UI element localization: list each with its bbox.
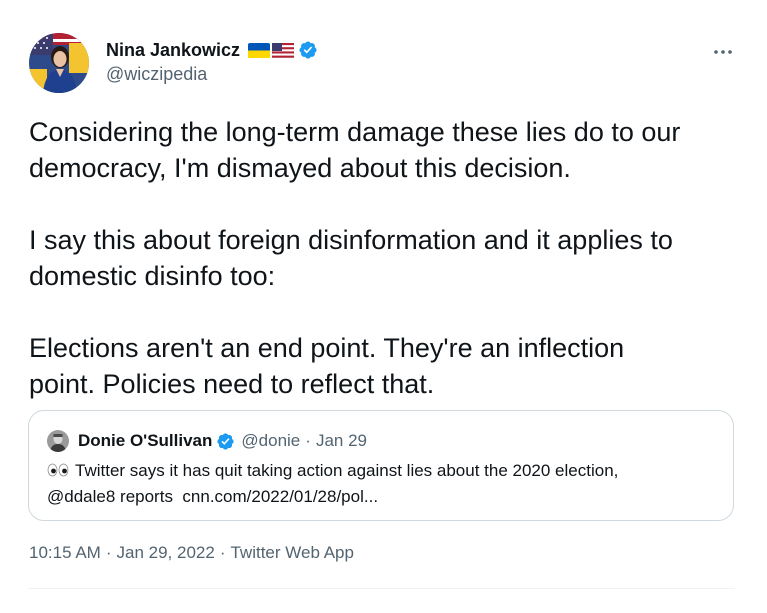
tweet-line: domestic disinfo too:	[29, 261, 276, 291]
dot-separator: ·	[105, 543, 112, 562]
quoted-avatar-image	[47, 430, 69, 452]
tweet-time[interactable]: 10:15 AM	[29, 543, 101, 562]
tweet-date[interactable]: Jan 29, 2022	[117, 543, 215, 562]
tweet-line: Elections aren't an end point. They're a…	[29, 333, 625, 363]
quoted-handle: @donie	[241, 431, 301, 450]
dot-separator: ·	[219, 543, 226, 562]
tweet-metadata: 10:15 AM · Jan 29, 2022 · Twitter Web App	[29, 543, 354, 563]
ukraine-flag-icon	[248, 42, 271, 58]
mention-link[interactable]: @ddale8	[47, 487, 115, 506]
quoted-tweet-header: Donie O'Sullivan @donie · Jan 29	[47, 429, 367, 453]
quoted-tweet-text: Twitter says it has quit taking action a…	[47, 458, 719, 510]
quoted-line: Twitter says it has quit taking action a…	[47, 458, 719, 484]
author-handle[interactable]: @wiczipedia	[106, 64, 207, 85]
tweet-line: democracy, I'm dismayed about this decis…	[29, 153, 571, 183]
tweet-line: I say this about foreign disinformation …	[29, 225, 673, 255]
author-avatar[interactable]	[29, 33, 89, 93]
quoted-author-avatar	[47, 430, 69, 452]
quoted-text-line-1: Twitter says it has quit taking action a…	[75, 461, 619, 480]
more-options-icon	[714, 50, 732, 54]
tweet-line: point. Policies need to reflect that.	[29, 369, 435, 399]
article-link[interactable]: cnn.com/2022/01/28/pol...	[182, 487, 378, 506]
tweet: Nina Jankowicz @wiczipedia Considering t…	[0, 0, 767, 613]
more-options-button[interactable]	[711, 40, 735, 64]
divider	[28, 588, 735, 589]
quoted-tweet[interactable]: Donie O'Sullivan @donie · Jan 29 Twitter…	[28, 410, 734, 521]
verified-badge-icon	[217, 432, 235, 450]
quoted-date: Jan 29	[315, 431, 367, 450]
verified-badge-icon	[299, 41, 317, 59]
dot-separator: ·	[305, 431, 311, 450]
tweet-source[interactable]: Twitter Web App	[230, 543, 353, 562]
us-flag-icon	[272, 42, 295, 58]
tweet-text: Considering the long-term damage these l…	[29, 114, 744, 402]
quoted-text-fragment: reports	[115, 487, 183, 506]
quoted-display-name: Donie O'Sullivan	[78, 431, 213, 450]
author-display-name[interactable]: Nina Jankowicz	[106, 40, 240, 61]
quoted-line: @ddale8 reports cnn.com/2022/01/28/pol..…	[47, 484, 719, 510]
author-name-row: Nina Jankowicz	[106, 38, 318, 62]
avatar-image	[29, 33, 89, 93]
eyes-icon	[47, 463, 69, 477]
tweet-line: Considering the long-term damage these l…	[29, 117, 681, 147]
